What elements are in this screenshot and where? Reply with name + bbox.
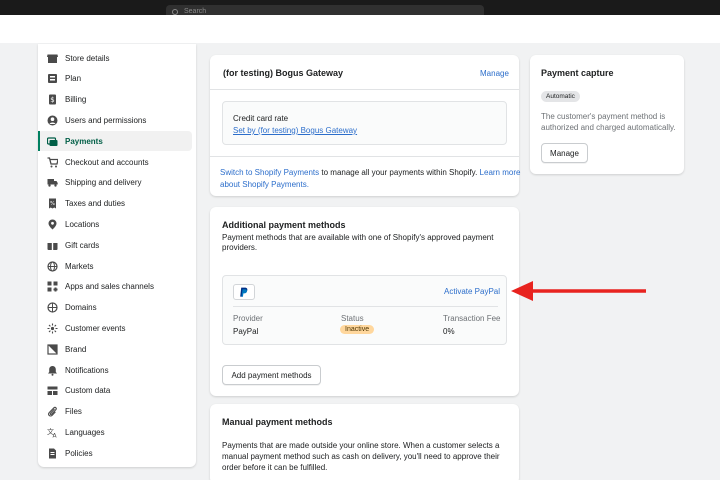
arrow-head	[511, 281, 533, 301]
red-arrow-annotation	[511, 281, 646, 301]
